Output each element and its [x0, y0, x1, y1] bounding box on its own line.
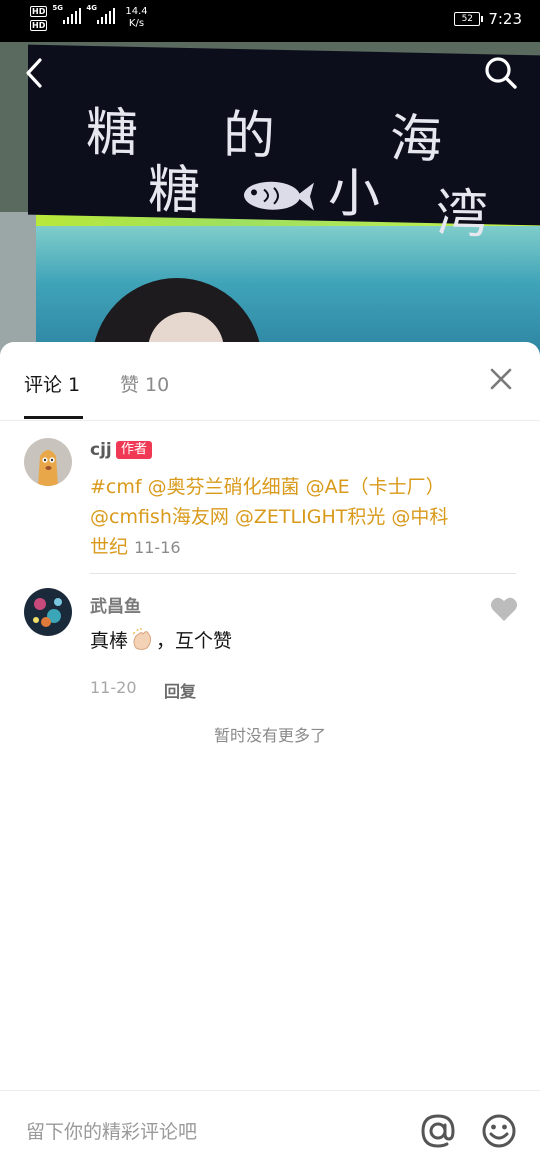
comment-panel: 评论 1 赞 10 cjj 作者 #cmf @奥芬兰硝化细菌 @AE（卡士厂） …: [0, 342, 540, 1170]
heart-icon: [491, 597, 517, 621]
status-left: HD HD 5G 4G 14.4 K/s: [30, 4, 148, 31]
back-button[interactable]: [20, 56, 50, 90]
status-bar: HD HD 5G 4G 14.4 K/s 52 7:23: [0, 0, 540, 42]
tab-likes[interactable]: 赞 10: [120, 370, 169, 397]
video-background[interactable]: 糖 的 海 糖 小 湾: [0, 42, 540, 362]
avatar-image: [24, 438, 72, 486]
status-right: 52 7:23: [454, 10, 522, 28]
banner-char: 小: [328, 163, 383, 226]
tab-bar: 评论 1 赞 10: [0, 342, 540, 421]
divider: [90, 573, 516, 574]
banner-char: 糖: [148, 160, 203, 222]
clock: 7:23: [488, 10, 522, 28]
avatar[interactable]: [24, 588, 72, 636]
avatar-image: [24, 588, 72, 636]
network-type-1: 5G: [52, 4, 63, 12]
emoji-button[interactable]: [481, 1113, 517, 1149]
comment-time: 11-16: [134, 538, 181, 557]
tab-comments[interactable]: 评论 1: [24, 370, 80, 397]
fish-icon: [244, 181, 314, 211]
at-icon: [421, 1114, 455, 1148]
close-button[interactable]: [488, 366, 514, 392]
speed-unit: K/s: [128, 18, 145, 29]
comment-text-part: 真棒: [90, 630, 129, 652]
hd-indicators: HD HD: [30, 6, 48, 31]
signal-icon-2: 4G: [86, 4, 116, 24]
hd-badge-1: HD: [30, 6, 48, 17]
banner-char: 海: [390, 109, 445, 171]
active-tab-indicator: [24, 416, 83, 419]
network-type-2: 4G: [86, 4, 97, 12]
back-arrow-icon: [26, 58, 42, 88]
no-more-text: 暂时没有更多了: [213, 726, 326, 745]
mention-button[interactable]: [420, 1113, 456, 1149]
comment-text-part: ，互个赞: [156, 630, 233, 652]
battery-icon: 52: [454, 12, 484, 26]
comment-text: #cmf @奥芬兰硝化细菌 @AE（卡士厂） @cmfish海友网 @ZETLI…: [90, 472, 462, 563]
comment-input-bar: [0, 1090, 540, 1171]
comment-username[interactable]: cjj: [90, 440, 112, 460]
author-badge: 作者: [116, 441, 153, 459]
speed-value: 14.4: [125, 6, 148, 17]
comment-time: 11-20: [90, 678, 137, 697]
network-speed: 14.4 K/s: [125, 6, 147, 30]
search-button[interactable]: [484, 56, 518, 90]
wall: [0, 212, 36, 362]
like-button[interactable]: [490, 596, 518, 622]
reply-button[interactable]: 回复: [164, 678, 196, 702]
close-icon: [490, 368, 512, 390]
search-icon: [485, 57, 517, 89]
banner-char: 的: [223, 105, 278, 167]
hd-badge-2: HD: [30, 20, 48, 31]
banner-char: 糖: [86, 102, 141, 164]
emoji-icon: [482, 1114, 516, 1148]
signal-icon-1: 5G: [52, 4, 82, 24]
comment-input[interactable]: [24, 1115, 398, 1149]
banner-char: 湾: [436, 184, 491, 246]
comment-text: 真棒 ，互个赞: [90, 626, 232, 653]
comment-username[interactable]: 武昌鱼: [90, 592, 141, 617]
banner-sign: 糖 的 海 糖 小 湾: [28, 44, 540, 245]
clap-emoji-icon: [132, 627, 152, 650]
avatar[interactable]: [24, 438, 72, 486]
